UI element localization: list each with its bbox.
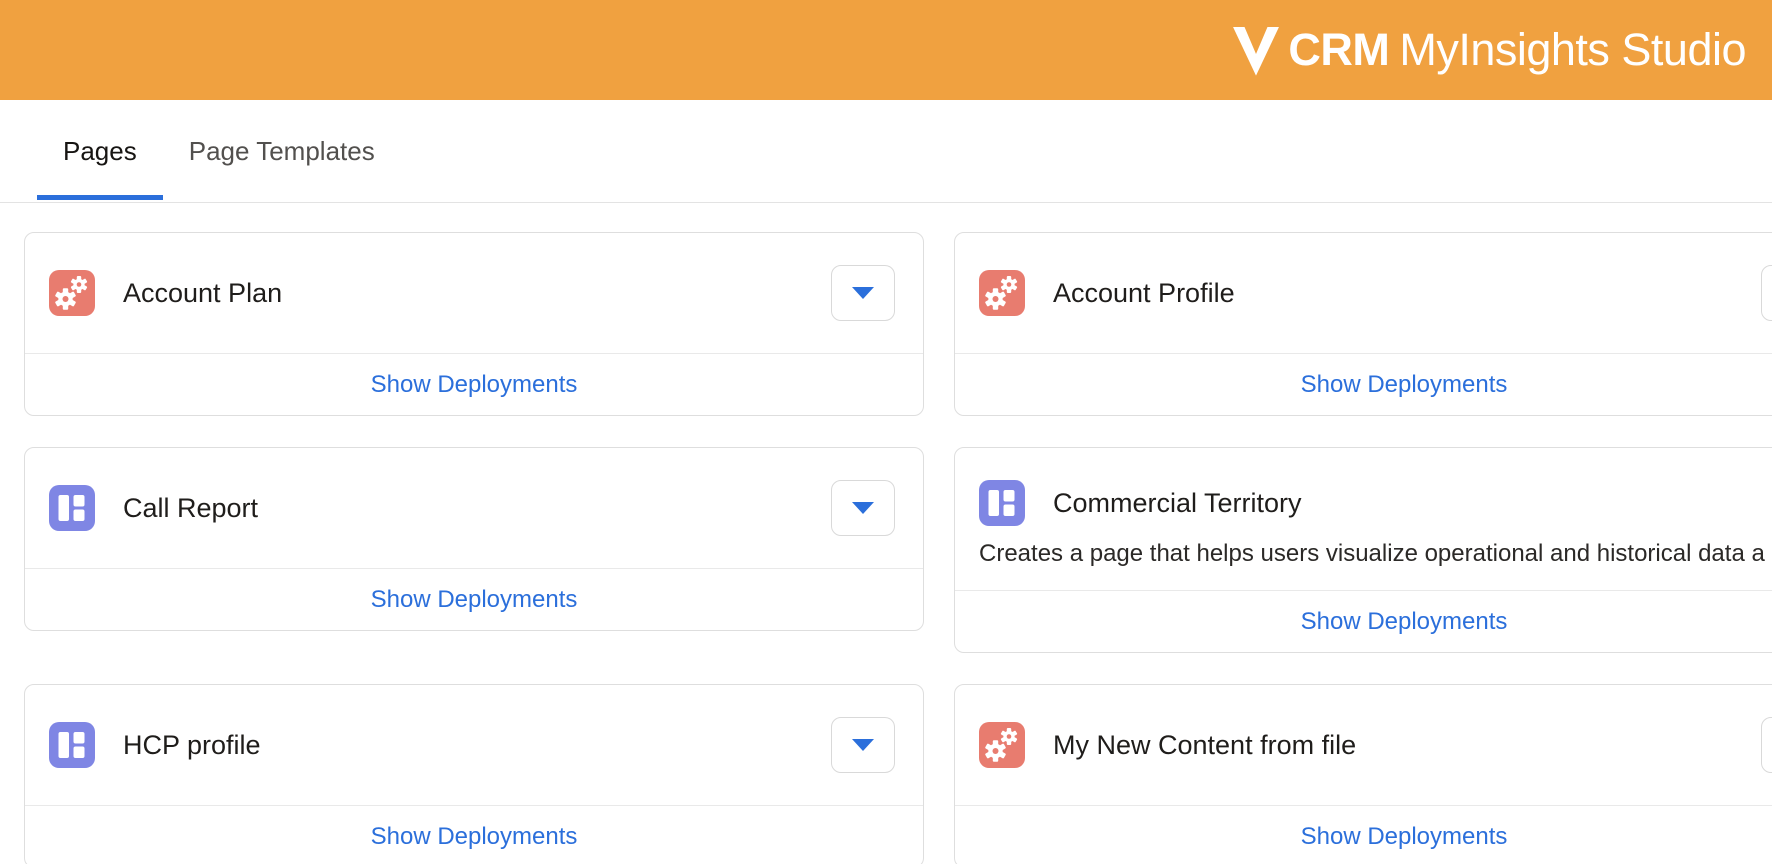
chevron-down-icon [852,502,874,514]
card-header: Account Profile [955,233,1772,353]
card-header: Account Plan [25,233,923,353]
show-deployments-link[interactable]: Show Deployments [1301,823,1508,851]
card-title: Account Profile [1053,278,1761,309]
page-card: Call Report Show Deployments [24,447,924,631]
chevron-down-icon [852,287,874,299]
card-title: HCP profile [123,730,831,761]
tab-page-templates[interactable]: Page Templates [163,100,401,202]
card-actions-dropdown-button[interactable] [1761,265,1772,321]
page-card: Commercial Territory Creates a page that… [954,447,1772,653]
app-header: CRM MyInsights Studio [0,0,1772,100]
gears-icon [49,270,95,316]
card-footer: Show Deployments [955,805,1772,864]
brand-text-crm: CRM [1288,24,1389,76]
card-actions-dropdown-button[interactable] [831,717,895,773]
card-footer: Show Deployments [955,353,1772,415]
card-actions-dropdown-button[interactable] [831,265,895,321]
card-title: Call Report [123,493,831,524]
brand-logo: CRM MyInsights Studio [1229,23,1746,77]
card-header: Call Report [25,448,923,568]
card-footer: Show Deployments [25,568,923,630]
card-title: Commercial Territory [1053,488,1772,519]
layout-icon [49,485,95,531]
card-footer: Show Deployments [25,353,923,415]
page-card-grid: Account Plan Show Deployments Account Pr… [0,203,1772,864]
card-actions-dropdown-button[interactable] [1761,717,1772,773]
card-actions-dropdown-button[interactable] [831,480,895,536]
page-card: My New Content from file Show Deployment… [954,684,1772,864]
card-header: HCP profile [25,685,923,805]
card-title: My New Content from file [1053,730,1761,761]
card-header: Commercial Territory [955,448,1772,526]
gears-icon [979,270,1025,316]
show-deployments-link[interactable]: Show Deployments [371,371,578,399]
tab-bar: Pages Page Templates [0,100,1772,203]
veeva-v-icon [1229,23,1283,77]
page-card: Account Profile Show Deployments [954,232,1772,416]
gears-icon [979,722,1025,768]
show-deployments-link[interactable]: Show Deployments [371,586,578,614]
card-description: Creates a page that helps users visualiz… [955,526,1772,590]
page-card: Account Plan Show Deployments [24,232,924,416]
card-header: My New Content from file [955,685,1772,805]
brand-text-myinsights-studio: MyInsights Studio [1399,24,1746,76]
layout-icon [979,480,1025,526]
layout-icon [49,722,95,768]
show-deployments-link[interactable]: Show Deployments [1301,371,1508,399]
card-footer: Show Deployments [955,590,1772,652]
chevron-down-icon [852,739,874,751]
card-footer: Show Deployments [25,805,923,864]
tab-pages[interactable]: Pages [37,100,163,202]
show-deployments-link[interactable]: Show Deployments [1301,608,1508,636]
page-card: HCP profile Show Deployments [24,684,924,864]
card-title: Account Plan [123,278,831,309]
show-deployments-link[interactable]: Show Deployments [371,823,578,851]
